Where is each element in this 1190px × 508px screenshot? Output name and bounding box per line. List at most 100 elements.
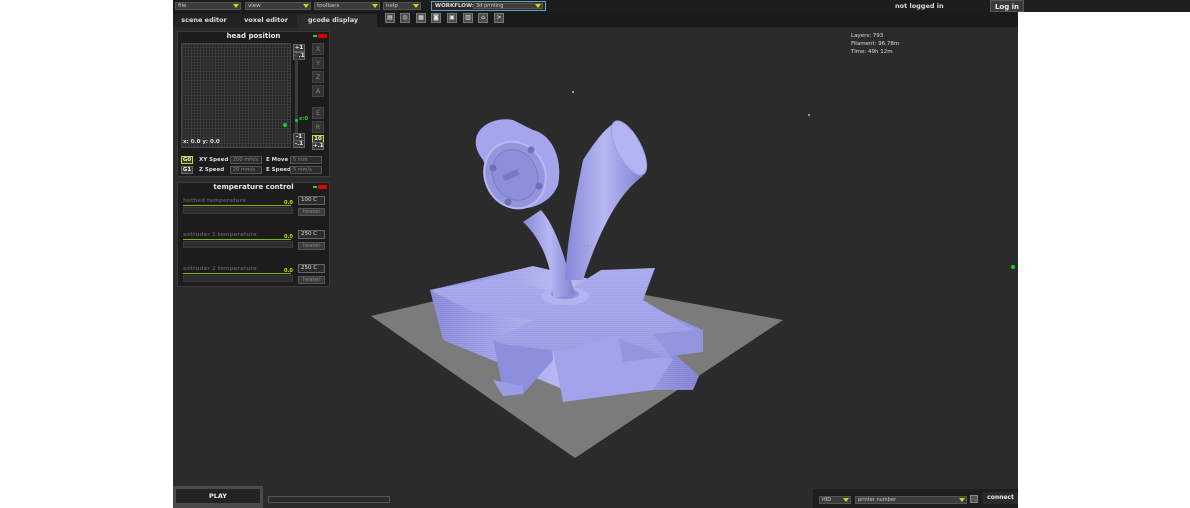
extruder2-temperature-label: extruder 2 temperature	[183, 266, 257, 272]
printer-value: printer number	[858, 497, 896, 503]
cube-icon[interactable]: ▣	[447, 13, 457, 23]
layers-icon[interactable]: ▦	[416, 13, 426, 23]
z-readout: z:0	[299, 116, 309, 122]
scene-dot	[808, 114, 810, 116]
menu-help-label: help	[386, 3, 398, 9]
tab-gcode-display[interactable]: gcode display	[297, 14, 377, 27]
head-position-panel: head position x: 0.0 y: 0.0 +1 +.1 z:0 -…	[177, 31, 330, 177]
login-strip	[1018, 0, 1190, 12]
status-led-green	[313, 186, 317, 188]
status-led-green	[1011, 265, 1015, 269]
z-speed-input[interactable]: 20 mm/s	[230, 166, 262, 174]
origin-marker: ···	[583, 243, 594, 250]
menu-toolbars-label: toolbars	[317, 3, 340, 9]
axis-a-button[interactable]: A	[312, 85, 324, 97]
close-icon[interactable]	[318, 34, 327, 38]
chevron-down-icon	[303, 4, 309, 8]
print-stats: Layers: 793 Filament: 96.78m Time: 49h 1…	[851, 32, 899, 56]
menu-help[interactable]: help	[383, 2, 421, 10]
status-led-green	[313, 35, 317, 37]
extruder1-temperature-line	[183, 239, 291, 240]
temperature-control-panel: temperature control hotbed temperature 0…	[177, 182, 330, 287]
extruder1-temperature-bar	[183, 241, 293, 248]
chevron-down-icon	[843, 498, 849, 502]
panel-flags	[313, 185, 327, 189]
head-marker	[283, 123, 287, 127]
target-icon[interactable]: ◎	[400, 13, 410, 23]
close-icon[interactable]	[318, 185, 327, 189]
z-slider[interactable]	[295, 54, 298, 134]
extruder2-heater-button[interactable]: heater	[298, 276, 325, 284]
xy-speed-input[interactable]: 200 mm/s	[230, 156, 262, 164]
extruder1-heater-button[interactable]: heater	[298, 242, 325, 250]
xy-jog-grid[interactable]	[181, 43, 291, 148]
play-button[interactable]: PLAY	[176, 489, 260, 503]
step-plus-1-button[interactable]: +1	[293, 44, 305, 52]
tab-voxel-editor[interactable]: voxel editor	[235, 14, 305, 27]
save-icon[interactable]: ▤	[385, 13, 395, 23]
chevron-down-icon	[233, 4, 239, 8]
axis-x-button[interactable]: X	[312, 43, 324, 55]
menu-file-label: file	[178, 3, 187, 9]
menu-toolbars[interactable]: toolbars	[314, 2, 380, 10]
menu-view[interactable]: view	[245, 2, 311, 10]
e-move-input[interactable]: 5 mm	[290, 156, 322, 164]
printer-select[interactable]: printer number	[855, 496, 967, 504]
temperature-control-title: temperature control	[213, 183, 294, 191]
menu-file[interactable]: file	[175, 2, 241, 10]
step-01-button[interactable]: +.1	[312, 142, 324, 150]
extruder1-target-input[interactable]: 250 C	[298, 230, 325, 239]
chevron-down-icon	[959, 498, 965, 502]
print-progress-bar	[268, 496, 390, 503]
hotbed-temperature-bar	[183, 207, 293, 214]
head-position-title: head position	[226, 32, 281, 40]
z-marker	[295, 119, 298, 122]
hotbed-target-input[interactable]: 100 C	[298, 196, 325, 205]
hotbed-heater-button[interactable]: heater	[298, 208, 325, 216]
extruder1-temperature-value: 0.0	[284, 234, 293, 240]
scene-dot	[572, 91, 574, 93]
extruder2-temperature-bar	[183, 275, 293, 282]
e-speed-input[interactable]: 5 mm/s	[290, 166, 322, 174]
model-right-horn	[565, 120, 648, 280]
hotbed-temperature-value: 0.0	[284, 200, 293, 206]
g0-button[interactable]: G0	[181, 156, 193, 164]
chevron-down-icon	[413, 4, 419, 8]
g1-button[interactable]: G1	[181, 166, 193, 174]
chevron-down-icon	[535, 4, 541, 8]
gcode-3d-viewport[interactable]: ···	[353, 90, 993, 470]
printer-icon[interactable]: ◙	[431, 13, 441, 23]
axis-y-button[interactable]: Y	[312, 57, 324, 69]
connect-button[interactable]: connect	[983, 492, 1018, 504]
z-speed-label: Z Speed	[199, 167, 225, 173]
login-button[interactable]: Log in	[990, 0, 1024, 12]
workflow-label: WORKFLOW:	[435, 3, 475, 9]
axis-z-button[interactable]: Z	[312, 71, 324, 83]
workflow-selector: WORKFLOW: 3d printing	[431, 1, 546, 11]
extruder2-target-input[interactable]: 250 C	[298, 264, 325, 273]
panel-flags	[313, 34, 327, 38]
extruder2-temperature-value: 0.0	[284, 268, 293, 274]
tab-scene-editor[interactable]: scene editor	[173, 14, 243, 27]
e-move-label: E Move	[266, 157, 289, 163]
menubar: file view toolbars help WORKFLOW: 3d pri…	[173, 0, 1018, 12]
floppy-icon[interactable]	[970, 495, 978, 503]
login-status: not logged in	[895, 2, 944, 10]
layers-stat: Layers: 793	[851, 33, 884, 39]
chevron-down-icon	[372, 4, 378, 8]
time-stat: Time: 49h 12m	[851, 49, 893, 55]
model-left-cup	[475, 119, 560, 210]
axis-r-button[interactable]: R	[312, 121, 324, 133]
stack-icon[interactable]: ▥	[463, 13, 473, 23]
workflow-value: 3d printing	[476, 3, 504, 9]
port-select[interactable]: HID	[819, 496, 851, 504]
port-value: HID	[822, 497, 832, 503]
axis-e-button[interactable]: E	[312, 107, 324, 119]
menu-view-label: view	[248, 3, 261, 9]
step-minus-01-button[interactable]: -.1	[293, 140, 305, 148]
workflow-select[interactable]: 3d printing	[473, 3, 543, 9]
terminal-icon[interactable]: >	[494, 13, 504, 23]
hotbed-temperature-label: hotbed temperature	[183, 198, 247, 204]
home-icon[interactable]: ⌂	[478, 13, 488, 23]
e-speed-label: E Speed	[266, 167, 291, 173]
